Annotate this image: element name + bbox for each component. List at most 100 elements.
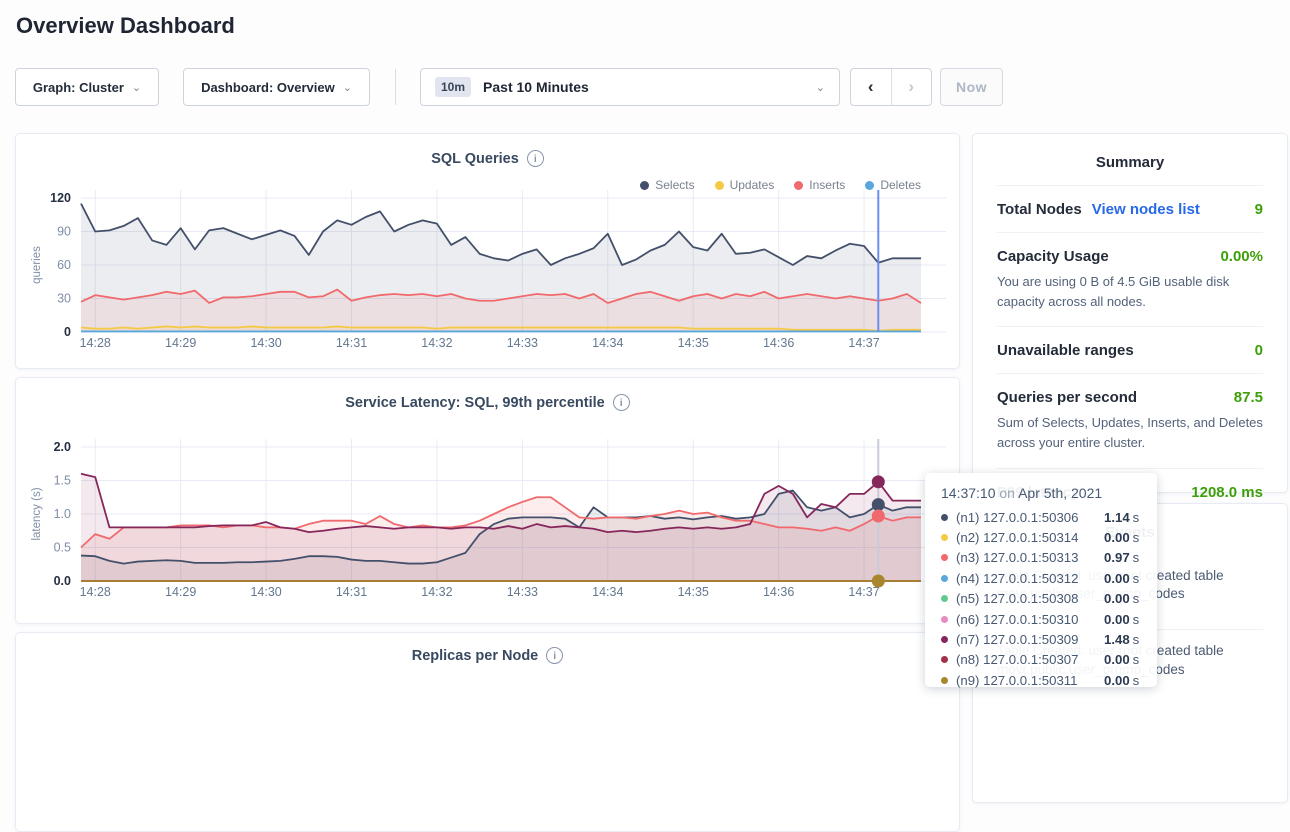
svg-text:14:37: 14:37: [848, 336, 879, 350]
svg-text:latency (s): latency (s): [31, 487, 43, 540]
summary-item-total-nodes: Total Nodes View nodes list 9: [997, 185, 1263, 232]
svg-text:14:35: 14:35: [678, 336, 709, 350]
summary-item-unavailable-ranges: Unavailable ranges 0: [997, 326, 1263, 373]
svg-text:14:33: 14:33: [507, 585, 538, 599]
tooltip-node-value: 0.00: [1104, 530, 1130, 545]
capacity-usage-label: Capacity Usage: [997, 248, 1109, 265]
unavailable-ranges-value: 0: [1255, 342, 1263, 359]
svg-text:14:28: 14:28: [80, 585, 111, 599]
tooltip-node-address: (n2) 127.0.0.1:50314: [956, 530, 1104, 545]
time-range-badge: 10m: [435, 77, 471, 97]
sql-queries-panel: SQL Queries i SelectsUpdatesInsertsDelet…: [15, 133, 960, 369]
capacity-usage-description: You are using 0 B of 4.5 GiB usable disk…: [997, 272, 1263, 312]
series-color-dot-icon: [941, 575, 948, 582]
total-nodes-label: Total Nodes: [997, 201, 1082, 218]
queries-per-second-label: Queries per second: [997, 389, 1137, 406]
tooltip-row: (n7) 127.0.0.1:503091.48s: [941, 629, 1141, 649]
tooltip-node-unit: s: [1133, 550, 1140, 565]
time-back-button[interactable]: ‹: [851, 69, 892, 105]
queries-per-second-value: 87.5: [1234, 389, 1263, 406]
summary-item-capacity-usage: Capacity Usage 0.00% You are using 0 B o…: [997, 232, 1263, 326]
view-nodes-list-link[interactable]: View nodes list: [1092, 201, 1200, 218]
series-color-dot-icon: [941, 554, 948, 561]
tooltip-node-address: (n8) 127.0.0.1:50307: [956, 652, 1104, 667]
toolbar-divider: [395, 69, 396, 105]
tooltip-node-address: (n5) 127.0.0.1:50308: [956, 591, 1104, 606]
svg-text:14:31: 14:31: [336, 585, 367, 599]
unavailable-ranges-label: Unavailable ranges: [997, 342, 1134, 359]
tooltip-node-unit: s: [1133, 591, 1140, 606]
info-icon[interactable]: i: [527, 150, 544, 167]
service-latency-chart[interactable]: 0.00.51.01.52.014:2814:2914:3014:3114:32…: [16, 433, 961, 601]
time-range-label: Past 10 Minutes: [483, 79, 804, 95]
svg-text:14:30: 14:30: [250, 336, 281, 350]
sql-queries-chart[interactable]: 030609012014:2814:2914:3014:3114:3214:33…: [16, 184, 961, 352]
now-button[interactable]: Now: [940, 68, 1003, 106]
summary-panel: Summary Total Nodes View nodes list 9 Ca…: [972, 133, 1288, 493]
p99-latency-value: 1208.0 ms: [1191, 484, 1263, 501]
svg-text:2.0: 2.0: [54, 440, 71, 454]
replicas-per-node-panel: Replicas per Node i: [15, 632, 960, 832]
tooltip-node-unit: s: [1133, 510, 1140, 525]
tooltip-row: (n1) 127.0.0.1:503061.14s: [941, 507, 1141, 527]
svg-text:14:31: 14:31: [336, 336, 367, 350]
tooltip-node-unit: s: [1133, 673, 1140, 688]
series-color-dot-icon: [941, 677, 948, 684]
tooltip-row: (n4) 127.0.0.1:503120.00s: [941, 568, 1141, 588]
tooltip-row: (n8) 127.0.0.1:503070.00s: [941, 650, 1141, 670]
queries-per-second-description: Sum of Selects, Updates, Inserts, and De…: [997, 413, 1263, 453]
tooltip-node-value: 0.97: [1104, 550, 1130, 565]
chevron-down-icon: ⌄: [816, 81, 825, 94]
svg-text:0: 0: [64, 325, 71, 339]
tooltip-node-value: 0.00: [1104, 571, 1130, 586]
page-title: Overview Dashboard: [16, 13, 235, 39]
time-range-dropdown[interactable]: 10m Past 10 Minutes ⌄: [420, 68, 840, 106]
sql-queries-title: SQL Queries: [431, 151, 519, 167]
tooltip-node-value: 0.00: [1104, 612, 1130, 627]
tooltip-node-value: 1.48: [1104, 632, 1130, 647]
svg-text:60: 60: [57, 258, 71, 272]
tooltip-node-value: 1.14: [1104, 510, 1130, 525]
series-color-dot-icon: [941, 514, 948, 521]
svg-text:120: 120: [50, 191, 71, 205]
summary-item-queries-per-second: Queries per second 87.5 Sum of Selects, …: [997, 373, 1263, 467]
dashboard-dropdown-label: Dashboard: Overview: [201, 80, 335, 95]
tooltip-node-unit: s: [1133, 571, 1140, 586]
svg-text:14:29: 14:29: [165, 336, 196, 350]
tooltip-node-address: (n1) 127.0.0.1:50306: [956, 510, 1104, 525]
tooltip-node-value: 0.00: [1104, 673, 1130, 688]
graph-dropdown-label: Graph: Cluster: [33, 80, 124, 95]
svg-text:14:34: 14:34: [592, 336, 623, 350]
service-latency-panel: Service Latency: SQL, 99th percentile i …: [15, 377, 960, 624]
series-color-dot-icon: [941, 595, 948, 602]
dashboard-dropdown[interactable]: Dashboard: Overview ⌄: [183, 68, 370, 106]
tooltip-node-address: (n9) 127.0.0.1:50311: [956, 673, 1104, 688]
tooltip-node-value: 0.00: [1104, 652, 1130, 667]
svg-text:14:36: 14:36: [763, 585, 794, 599]
tooltip-row: (n5) 127.0.0.1:503080.00s: [941, 589, 1141, 609]
series-color-dot-icon: [941, 534, 948, 541]
tooltip-row: (n3) 127.0.0.1:503130.97s: [941, 548, 1141, 568]
series-color-dot-icon: [941, 636, 948, 643]
svg-text:queries: queries: [31, 246, 43, 284]
tooltip-row: (n6) 127.0.0.1:503100.00s: [941, 609, 1141, 629]
info-icon[interactable]: i: [546, 647, 563, 664]
chevron-down-icon: ⌄: [343, 81, 352, 94]
tooltip-row: (n2) 127.0.0.1:503140.00s: [941, 527, 1141, 547]
tooltip-rows: (n1) 127.0.0.1:503061.14s(n2) 127.0.0.1:…: [941, 507, 1141, 691]
tooltip-row: (n9) 127.0.0.1:503110.00s: [941, 670, 1141, 690]
svg-text:0.5: 0.5: [54, 541, 71, 555]
total-nodes-value: 9: [1255, 201, 1263, 218]
time-forward-button[interactable]: ›: [892, 69, 932, 105]
tooltip-node-unit: s: [1133, 530, 1140, 545]
replicas-per-node-title: Replicas per Node: [412, 648, 539, 664]
chart-hover-tooltip: 14:37:10 on Apr 5th, 2021 (n1) 127.0.0.1…: [925, 473, 1157, 687]
info-icon[interactable]: i: [613, 394, 630, 411]
graph-dropdown[interactable]: Graph: Cluster ⌄: [15, 68, 159, 106]
summary-title: Summary: [997, 134, 1263, 185]
svg-text:30: 30: [57, 292, 71, 306]
svg-text:14:32: 14:32: [421, 585, 452, 599]
tooltip-node-address: (n4) 127.0.0.1:50312: [956, 571, 1104, 586]
tooltip-node-unit: s: [1133, 652, 1140, 667]
svg-text:14:36: 14:36: [763, 336, 794, 350]
